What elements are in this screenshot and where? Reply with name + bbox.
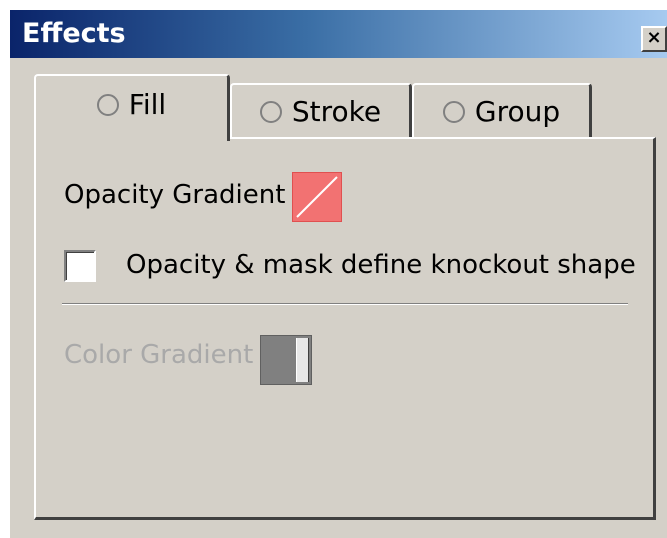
opacity-gradient-swatch[interactable]	[292, 172, 342, 222]
color-gradient-label: Color Gradient	[64, 340, 254, 370]
knockout-checkbox[interactable]	[64, 250, 96, 282]
tab-group[interactable]: Group	[412, 83, 592, 139]
diagonal-slash-icon	[296, 176, 338, 218]
opacity-gradient-label: Opacity Gradient	[64, 180, 286, 210]
effects-window: Effects × Group Stroke Fill Opacity Grad…	[10, 10, 667, 538]
tab-fill[interactable]: Fill	[34, 74, 230, 141]
tab-stroke-label: Stroke	[291, 95, 382, 128]
knockout-checkbox-label[interactable]: Opacity & mask define knockout shape	[126, 247, 636, 283]
window-title: Effects	[22, 18, 126, 49]
fill-tab-panel: Opacity Gradient Opacity & mask define k…	[34, 137, 656, 520]
tab-fill-label: Fill	[128, 87, 167, 121]
color-gradient-swatch	[260, 335, 312, 385]
close-icon: ×	[646, 27, 662, 48]
tab-stroke[interactable]: Stroke	[230, 83, 412, 139]
title-bar[interactable]: Effects ×	[10, 10, 667, 58]
stroke-radio-icon[interactable]	[259, 101, 282, 123]
gradient-stop-slider-icon	[296, 338, 309, 382]
group-radio-icon[interactable]	[442, 101, 465, 123]
section-divider	[62, 303, 628, 305]
tab-group-label: Group	[474, 95, 561, 128]
close-button[interactable]: ×	[641, 26, 667, 52]
fill-radio-icon[interactable]	[96, 93, 119, 116]
